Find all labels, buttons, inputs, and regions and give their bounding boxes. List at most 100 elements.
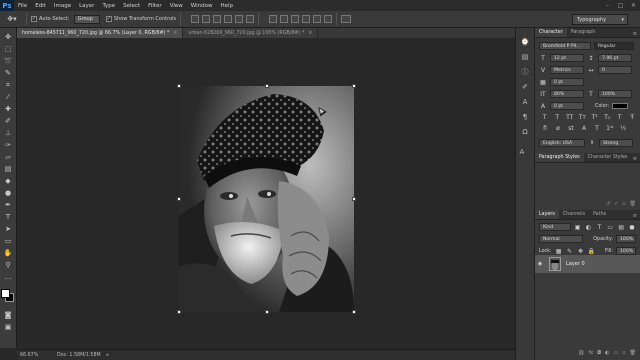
lock-move-icon[interactable]: ✥ (577, 248, 585, 255)
properties-icon[interactable]: ▤ (520, 51, 531, 62)
styles-list[interactable] (535, 163, 640, 200)
transform-handle[interactable] (265, 310, 269, 314)
add-mask-icon[interactable]: ◘ (597, 350, 601, 358)
quick-select-tool-icon[interactable]: ✎ (2, 68, 14, 79)
move-tool-preset-icon[interactable]: ✥▾ (2, 13, 22, 26)
more-tools-icon[interactable]: … (2, 272, 14, 283)
new-group-icon[interactable]: ▭ (614, 350, 619, 358)
opacity-field[interactable]: 100% (616, 235, 636, 243)
menu-filter[interactable]: Filter (144, 3, 166, 9)
history-brush-tool-icon[interactable]: ✑ (2, 140, 14, 151)
tracking-field[interactable]: 0 (598, 66, 632, 74)
tab-homeless[interactable]: homeless-845711_960_720.jpg @ 66.7% (Lay… (17, 28, 184, 38)
document-image[interactable] (179, 86, 354, 312)
tab-character[interactable]: Character (535, 28, 567, 37)
faux-bold-icon[interactable]: T (541, 114, 549, 121)
crop-tool-icon[interactable]: ⌗ (2, 80, 14, 91)
all-caps-icon[interactable]: TT (566, 114, 574, 121)
align-hcenter-icon[interactable] (235, 15, 244, 23)
eraser-tool-icon[interactable]: ▱ (2, 152, 14, 163)
layer-kind-filter[interactable]: Kind (539, 223, 571, 231)
ordinals-icon[interactable]: 1ˢᵗ (606, 125, 614, 132)
zoom-tool-icon[interactable]: ⚲ (2, 260, 14, 271)
swash-icon[interactable]: st (567, 125, 575, 132)
brush-presets-icon[interactable]: ✐ (520, 81, 531, 92)
layer-name[interactable]: Layer 0 (566, 261, 585, 267)
language-field[interactable]: English: USA (539, 139, 585, 147)
subscript-icon[interactable]: T₁ (604, 114, 612, 121)
screen-mode-icon[interactable]: ▣ (2, 321, 14, 332)
transform-handle[interactable] (352, 197, 356, 201)
menu-edit[interactable]: Edit (31, 3, 50, 9)
align-left-icon[interactable] (224, 15, 233, 23)
quick-mask-icon[interactable]: ◙ (2, 309, 14, 320)
text-color-swatch[interactable] (612, 103, 629, 109)
gradient-tool-icon[interactable]: ▤ (2, 164, 14, 175)
tab-channels[interactable]: Channels (559, 210, 589, 219)
distribute-top-icon[interactable] (269, 15, 278, 23)
font-size-field[interactable]: 12 pt (550, 54, 584, 62)
transform-handle[interactable] (352, 310, 356, 314)
font-family-field[interactable]: Bromfield P Pll... (539, 42, 591, 50)
menu-help[interactable]: Help (216, 3, 237, 9)
align-right-icon[interactable] (246, 15, 255, 23)
pen-tool-icon[interactable]: ✒ (2, 200, 14, 211)
titling-icon[interactable]: T (593, 125, 601, 132)
visibility-eye-icon[interactable]: ◉ (535, 261, 545, 267)
tab-urban[interactable]: urban-628269_960_720.jpg @ 100% (RGB/8#)… (183, 28, 319, 38)
distribute-hcenter-icon[interactable] (313, 15, 322, 23)
path-select-tool-icon[interactable]: ➤ (2, 224, 14, 235)
lock-paint-icon[interactable]: ✎ (566, 248, 574, 255)
brush-tool-icon[interactable]: ✐ (2, 116, 14, 127)
clear-override-icon[interactable]: ↺ (606, 201, 610, 207)
type-tool-icon[interactable]: T (2, 212, 14, 223)
menu-select[interactable]: Select (119, 3, 144, 9)
alternates-icon[interactable]: A (580, 125, 588, 132)
shape-tool-icon[interactable]: ▭ (2, 236, 14, 247)
hand-tool-icon[interactable]: ✋ (2, 248, 14, 259)
underline-icon[interactable]: T (616, 114, 624, 121)
adjustment-layer-icon[interactable]: ◐ (605, 350, 609, 358)
blur-tool-icon[interactable]: ◆ (2, 176, 14, 187)
baseline-field[interactable]: 0 pt (550, 78, 584, 86)
panel-menu-icon[interactable]: ≡ (633, 213, 640, 219)
align-bottom-icon[interactable] (213, 15, 222, 23)
tab-character-styles[interactable]: Character Styles (584, 153, 632, 162)
distribute-vcenter-icon[interactable] (280, 15, 289, 23)
layer-style-icon[interactable]: fx (588, 350, 593, 358)
redefine-style-icon[interactable]: ✓ (614, 201, 618, 207)
character-icon[interactable]: A (520, 96, 531, 107)
color-swatches[interactable] (1, 289, 15, 303)
menu-window[interactable]: Window (187, 3, 217, 9)
vertical-scale-field[interactable]: 80% (550, 90, 584, 98)
tab-layers[interactable]: Layers (535, 210, 559, 219)
transform-handle[interactable] (352, 84, 356, 88)
menu-view[interactable]: View (166, 3, 187, 9)
minimize-icon[interactable]: – (603, 1, 612, 9)
show-transform-checkbox[interactable]: ✓ (105, 16, 112, 22)
ligatures-icon[interactable]: fi (541, 125, 549, 132)
menu-layer[interactable]: Layer (75, 3, 98, 9)
baseline-shift-field[interactable]: 0 pt (550, 102, 584, 110)
tab-close-icon[interactable]: × (308, 31, 312, 36)
filter-shape-icon[interactable]: ▭ (606, 224, 614, 231)
delete-layer-icon[interactable]: 🗑 (630, 350, 636, 358)
filter-type-icon[interactable]: T (595, 224, 603, 231)
leading-field[interactable]: 7.96 pt (598, 54, 632, 62)
lasso-tool-icon[interactable]: ➰ (2, 56, 14, 67)
info-icon[interactable]: ⓘ (520, 66, 531, 77)
superscript-icon[interactable]: T¹ (591, 114, 599, 121)
lock-pixels-icon[interactable]: ▦ (555, 248, 563, 255)
tab-close-icon[interactable]: × (173, 31, 177, 36)
fill-field[interactable]: 100% (616, 247, 636, 255)
panel-menu-icon[interactable]: ≡ (633, 31, 640, 37)
foreground-color-swatch[interactable] (1, 289, 10, 298)
strikethrough-icon[interactable]: Ŧ (629, 114, 637, 121)
transform-handle[interactable] (265, 84, 269, 88)
old-style-icon[interactable]: ø (554, 125, 562, 132)
canvas-area[interactable] (17, 38, 515, 349)
transform-handle[interactable] (177, 84, 181, 88)
font-style-field[interactable]: Regular (594, 42, 634, 50)
fractions-icon[interactable]: ½ (619, 125, 627, 132)
auto-select-checkbox[interactable]: ✓ (31, 16, 37, 22)
